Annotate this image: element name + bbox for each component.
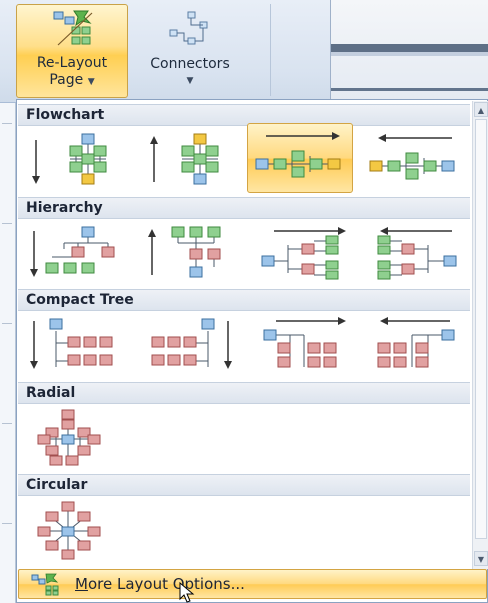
connectors-label-text: Connectors xyxy=(150,56,230,72)
ribbon-right-area xyxy=(330,0,488,103)
ribbon-bar xyxy=(331,88,488,91)
relayout-page-label: Re-Layout Page ▼ xyxy=(37,55,107,91)
ribbon: Re-Layout Page ▼ Connectors ▼ xyxy=(0,0,488,103)
relayout-label-line1: Re-Layout xyxy=(36,55,108,71)
section-header-compact-tree: Compact Tree xyxy=(18,289,470,311)
layout-hierarchy-right-to-left[interactable] xyxy=(361,220,467,284)
mouse-cursor-icon xyxy=(179,582,195,603)
more-layout-options-rest: ore Layout Options... xyxy=(87,575,245,593)
layout-hierarchy-bottom-to-top[interactable] xyxy=(133,220,239,284)
layout-compact-tree-down-then-right[interactable] xyxy=(21,312,127,376)
relayout-page-button[interactable]: Re-Layout Page ▼ xyxy=(16,4,128,98)
relayout-page-icon xyxy=(31,573,59,596)
connectors-label: Connectors ▼ xyxy=(150,56,230,90)
mnemonic-char: M xyxy=(75,575,88,593)
chevron-down-icon: ▼ xyxy=(186,76,194,86)
canvas-edge xyxy=(0,103,16,603)
layout-flowchart-left-to-right[interactable] xyxy=(247,123,353,193)
section-header-radial: Radial xyxy=(18,382,470,404)
section-header-flowchart: Flowchart xyxy=(18,104,470,126)
gallery-scrollbar[interactable]: ▲ ▼ xyxy=(472,101,488,569)
layout-compact-tree-left-then-down[interactable] xyxy=(361,312,467,376)
chevron-down-icon: ▼ xyxy=(87,77,95,87)
layout-hierarchy-left-to-right[interactable] xyxy=(247,220,353,284)
layout-compact-tree-right-then-down[interactable] xyxy=(247,312,353,376)
layout-flowchart-right-to-left[interactable] xyxy=(361,127,467,191)
connectors-icon xyxy=(169,11,208,45)
section-header-hierarchy: Hierarchy xyxy=(18,197,470,219)
section-header-circular: Circular xyxy=(18,474,470,496)
ribbon-bar xyxy=(331,44,488,52)
layout-compact-tree-down-then-left[interactable] xyxy=(133,312,239,376)
scroll-up-icon[interactable]: ▲ xyxy=(474,102,488,117)
more-layout-options-item[interactable]: More Layout Options... xyxy=(18,569,487,599)
layout-flowchart-top-to-bottom[interactable] xyxy=(21,127,127,191)
relayout-gallery: Flowchart Hierarchy Compact Tree Radial … xyxy=(16,99,488,603)
layout-radial[interactable] xyxy=(21,405,127,469)
layout-hierarchy-top-to-bottom[interactable] xyxy=(21,220,127,284)
relayout-page-icon xyxy=(53,10,93,46)
layout-circular[interactable] xyxy=(21,497,127,561)
ribbon-separator xyxy=(270,4,271,96)
relayout-label-line2: Page xyxy=(49,72,84,88)
scroll-thumb[interactable] xyxy=(475,119,487,539)
connectors-button[interactable]: Connectors ▼ xyxy=(130,6,250,98)
layout-flowchart-bottom-to-top[interactable] xyxy=(133,127,239,191)
scroll-down-icon[interactable]: ▼ xyxy=(474,551,488,566)
more-layout-options-label: More Layout Options... xyxy=(75,575,245,593)
ribbon-bar xyxy=(331,52,488,56)
